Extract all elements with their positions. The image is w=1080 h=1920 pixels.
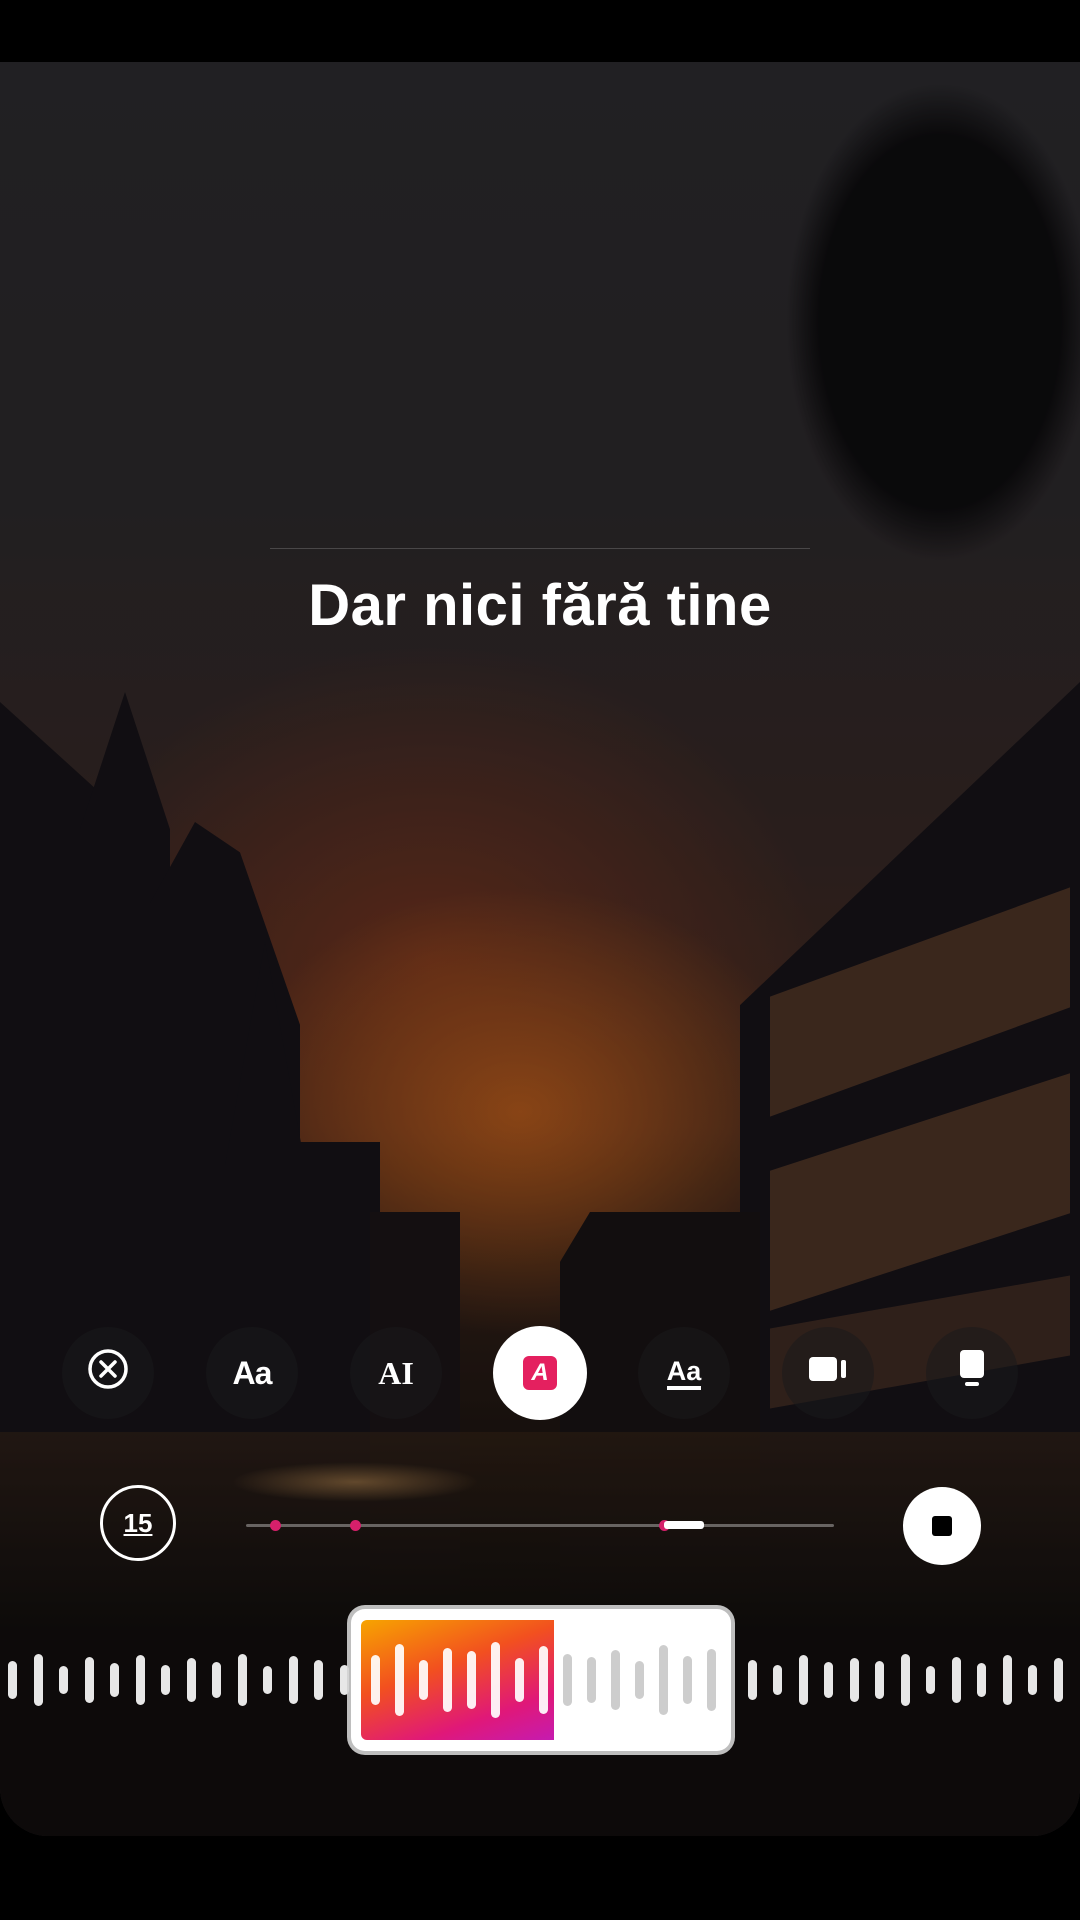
text-style-underline-button[interactable]: Aa <box>638 1327 730 1419</box>
stop-button[interactable] <box>903 1487 981 1565</box>
stop-icon <box>932 1516 952 1536</box>
video-card-icon <box>807 1354 849 1392</box>
video-preview <box>0 62 1080 1836</box>
waveform-bar <box>161 1665 170 1695</box>
close-button[interactable] <box>62 1327 154 1419</box>
highlight-text-icon: A <box>523 1356 557 1390</box>
text-cursor-icon: AI <box>378 1354 414 1391</box>
waveform-bar <box>186 1658 196 1702</box>
waveform-bar <box>467 1651 476 1709</box>
waveform-bar <box>515 1658 524 1702</box>
waveform-bar <box>849 1658 859 1702</box>
layout-video-button[interactable] <box>782 1327 874 1419</box>
waveform-bar <box>1002 1655 1012 1705</box>
waveform-bar <box>371 1655 380 1705</box>
waveform-bar <box>683 1656 692 1704</box>
waveform-bar <box>33 1654 43 1706</box>
waveform-bar <box>1053 1658 1063 1702</box>
waveform-bar <box>59 1666 68 1694</box>
waveform-bar <box>1028 1665 1037 1695</box>
waveform-bar <box>977 1663 986 1697</box>
waveform-bar <box>212 1662 221 1698</box>
waveform-bar <box>84 1657 94 1703</box>
waveform-bar <box>824 1662 833 1698</box>
lyric-text[interactable]: Dar nici fără tine <box>0 572 1080 639</box>
lyric-marker <box>270 1520 281 1531</box>
waveform-bar <box>563 1654 572 1706</box>
waveform-bar <box>491 1642 500 1718</box>
waveform-bar <box>875 1661 884 1699</box>
waveform-bar <box>539 1646 548 1714</box>
waveform-bar <box>419 1660 428 1700</box>
waveform-bar <box>747 1660 757 1700</box>
waveform-bar <box>110 1663 119 1697</box>
waveform-bar <box>288 1656 298 1704</box>
duration-button[interactable]: 15 <box>100 1485 176 1561</box>
text-style-ai-button[interactable]: AI <box>350 1327 442 1419</box>
lyric-divider <box>270 548 810 549</box>
waveform-bar <box>587 1657 596 1703</box>
clip-selector[interactable] <box>351 1609 731 1751</box>
waveform-bar <box>798 1655 808 1705</box>
lyric-marker <box>350 1520 361 1531</box>
text-style-highlight-button[interactable]: A <box>493 1326 587 1420</box>
phone-card-icon <box>957 1348 987 1398</box>
waveform-bar <box>8 1661 17 1699</box>
waveform-bar <box>443 1648 452 1712</box>
waveform-bar <box>611 1650 620 1710</box>
underline-text-icon: Aa <box>666 1356 702 1390</box>
waveform-bar <box>659 1645 668 1715</box>
playhead[interactable] <box>664 1521 704 1529</box>
duration-label: 15 <box>123 1507 153 1538</box>
text-style-caps-button[interactable]: Aa <box>206 1327 298 1419</box>
layout-phone-button[interactable] <box>926 1327 1018 1419</box>
waveform-bar <box>339 1665 349 1695</box>
text-style-icon: Aa <box>232 1354 273 1391</box>
waveform-bar <box>951 1657 961 1703</box>
waveform-bar <box>773 1665 782 1695</box>
waveform-bar <box>635 1661 644 1699</box>
waveform-bar <box>707 1649 716 1711</box>
waveform-bar <box>263 1666 272 1694</box>
close-circle-icon <box>86 1347 130 1399</box>
clip-progress-track[interactable] <box>246 1524 834 1527</box>
waveform-bar <box>237 1654 247 1706</box>
waveform-bar <box>395 1644 404 1716</box>
waveform-bar <box>135 1655 145 1705</box>
waveform-bar <box>926 1666 935 1694</box>
waveform-bar <box>900 1654 910 1706</box>
waveform-bar <box>314 1660 323 1700</box>
